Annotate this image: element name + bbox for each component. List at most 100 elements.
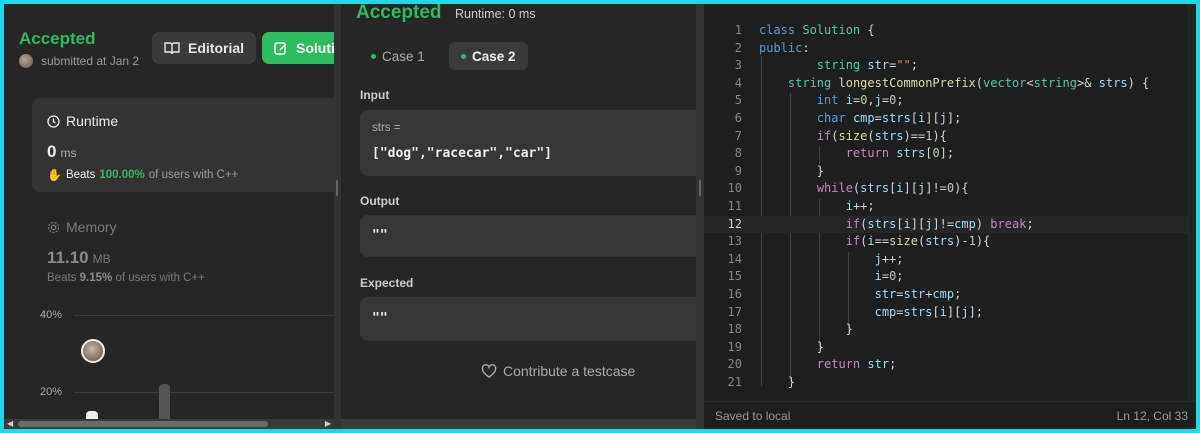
code-text[interactable]: if(i==size(strs)-1){ bbox=[759, 233, 991, 251]
code-line: 3 string str=""; bbox=[704, 57, 1196, 75]
runtime-unit: ms bbox=[60, 146, 77, 160]
scrollbar-thumb[interactable] bbox=[18, 421, 268, 427]
code-text[interactable]: while(strs[i][j]!=0){ bbox=[759, 180, 969, 198]
code-line: 14 j++; bbox=[704, 251, 1196, 269]
line-number: 14 bbox=[727, 251, 742, 266]
expected-label: Expected bbox=[360, 276, 414, 290]
line-number: 4 bbox=[734, 75, 742, 90]
code-text[interactable]: str=str+cmp; bbox=[759, 286, 962, 304]
code-text[interactable]: } bbox=[759, 321, 853, 339]
contribute-testcase-link[interactable]: Contribute a testcase bbox=[481, 363, 635, 379]
gridline-40 bbox=[74, 315, 334, 316]
gridline-20 bbox=[74, 392, 334, 393]
code-line: 19 } bbox=[704, 339, 1196, 357]
line-number: 13 bbox=[727, 234, 742, 249]
accepted-status: Accepted bbox=[19, 29, 96, 48]
memory-beats-suffix: of users with C++ bbox=[115, 272, 205, 284]
code-text[interactable]: i=0; bbox=[759, 268, 904, 286]
case-2-label: Case 2 bbox=[472, 48, 516, 64]
book-icon bbox=[164, 42, 180, 55]
clock-icon bbox=[47, 114, 60, 128]
edit-icon bbox=[274, 42, 287, 55]
line-number: 2 bbox=[734, 40, 742, 55]
code-text[interactable]: if(size(strs)==1){ bbox=[759, 128, 947, 146]
resize-grip[interactable] bbox=[699, 180, 701, 196]
code-editor[interactable]: 1 class Solution { 2 public: 3 string str=… bbox=[704, 4, 1196, 429]
output-value: "" bbox=[372, 228, 388, 243]
expected-value: "" bbox=[372, 311, 388, 326]
code-line: 7 if(size(strs)==1){ bbox=[704, 128, 1196, 146]
code-text[interactable]: cmp=strs[i][j]; bbox=[759, 304, 983, 322]
code-text[interactable]: } bbox=[759, 339, 824, 357]
line-number: 15 bbox=[727, 269, 742, 284]
code-text[interactable]: } bbox=[759, 163, 824, 181]
memory-heading[interactable]: Memory bbox=[47, 219, 117, 235]
runtime-beats-pct: 100.00% bbox=[99, 169, 145, 181]
editorial-button[interactable]: Editorial bbox=[152, 32, 257, 64]
code-text[interactable]: j++; bbox=[759, 251, 904, 269]
solution-button[interactable]: Soluti bbox=[262, 32, 334, 64]
tab-case-1[interactable]: Case 1 bbox=[359, 42, 437, 70]
code-text[interactable]: public: bbox=[759, 40, 810, 58]
scroll-left-icon[interactable]: ◀ bbox=[7, 419, 13, 428]
code-line: 8 return strs[0]; bbox=[704, 145, 1196, 163]
line-number: 3 bbox=[734, 58, 742, 73]
scroll-right-icon[interactable]: ▶ bbox=[325, 419, 331, 428]
vertical-scrollbar[interactable] bbox=[1188, 4, 1196, 401]
panel-resize-handle[interactable] bbox=[334, 4, 341, 429]
input-variable: strs = bbox=[372, 122, 401, 134]
result-status: Accepted bbox=[356, 4, 442, 23]
line-number: 8 bbox=[734, 146, 742, 161]
line-number: 5 bbox=[734, 93, 742, 108]
code-line: 16 str=str+cmp; bbox=[704, 286, 1196, 304]
code-line: 9 } bbox=[704, 163, 1196, 181]
code-text[interactable]: string longestCommonPrefix(vector<string… bbox=[759, 75, 1149, 93]
runtime-label: Runtime bbox=[66, 113, 119, 129]
runtime-beats: ✋ Beats 100.00% of users with C++ bbox=[47, 168, 238, 182]
fire-icon: ✋ bbox=[47, 168, 62, 182]
line-number: 20 bbox=[727, 357, 742, 372]
input-box: strs = ["dog","racecar","car"] bbox=[360, 110, 696, 176]
memory-label: Memory bbox=[66, 219, 117, 235]
code-text[interactable]: i++; bbox=[759, 198, 875, 216]
runtime-number: 0 bbox=[47, 142, 57, 161]
code-text[interactable]: return str; bbox=[759, 356, 897, 374]
your-submission-avatar bbox=[81, 339, 105, 363]
gear-icon bbox=[47, 221, 60, 233]
input-label: Input bbox=[360, 88, 390, 102]
code-line: 18 } bbox=[704, 321, 1196, 339]
code-line: 1 class Solution { bbox=[704, 22, 1196, 40]
resize-grip[interactable] bbox=[336, 180, 338, 196]
line-number: 17 bbox=[727, 304, 742, 319]
horizontal-scrollbar[interactable]: ◀ ▶ bbox=[4, 419, 334, 429]
code-lines[interactable]: 1 class Solution { 2 public: 3 string str=… bbox=[704, 22, 1196, 391]
testcase-result-panel: Accepted Runtime: 0 ms Case 1 Case 2 Inp… bbox=[341, 4, 696, 429]
code-text[interactable]: if(strs[i][j]!=cmp) break; bbox=[759, 216, 1034, 234]
code-text[interactable]: string str=""; bbox=[759, 57, 918, 75]
expected-box: "" bbox=[360, 297, 696, 341]
pass-dot-icon bbox=[461, 53, 466, 59]
code-line: 21 } bbox=[704, 374, 1196, 392]
code-text[interactable]: return strs[0]; bbox=[759, 145, 954, 163]
input-value: ["dog","racecar","car"] bbox=[372, 146, 553, 161]
user-avatar[interactable] bbox=[19, 54, 33, 68]
memory-beats-pct: 9.15% bbox=[79, 272, 113, 284]
code-text[interactable]: class Solution { bbox=[759, 22, 875, 40]
memory-unit: MB bbox=[92, 252, 111, 266]
code-line: 17 cmp=strs[i][j]; bbox=[704, 304, 1196, 322]
cursor-position[interactable]: Ln 12, Col 33 bbox=[1117, 409, 1188, 423]
code-line: 5 int i=0,j=0; bbox=[704, 92, 1196, 110]
heart-icon bbox=[481, 364, 497, 378]
code-text[interactable]: char cmp=strs[i][j]; bbox=[759, 110, 962, 128]
ytick-20: 20% bbox=[40, 386, 63, 398]
panel-resize-handle[interactable] bbox=[696, 4, 704, 429]
line-number: 9 bbox=[734, 163, 742, 178]
scrollbar-track[interactable] bbox=[341, 421, 696, 427]
horizontal-scrollbar[interactable] bbox=[341, 419, 696, 429]
runtime-card[interactable]: Runtime 0 ms ✋ Beats 100.00% of users wit… bbox=[32, 98, 334, 192]
code-text[interactable]: } bbox=[759, 374, 795, 392]
line-number: 21 bbox=[727, 374, 742, 389]
code-text[interactable]: int i=0,j=0; bbox=[759, 92, 904, 110]
tab-case-2[interactable]: Case 2 bbox=[449, 42, 528, 70]
save-status: Saved to local bbox=[715, 409, 791, 423]
